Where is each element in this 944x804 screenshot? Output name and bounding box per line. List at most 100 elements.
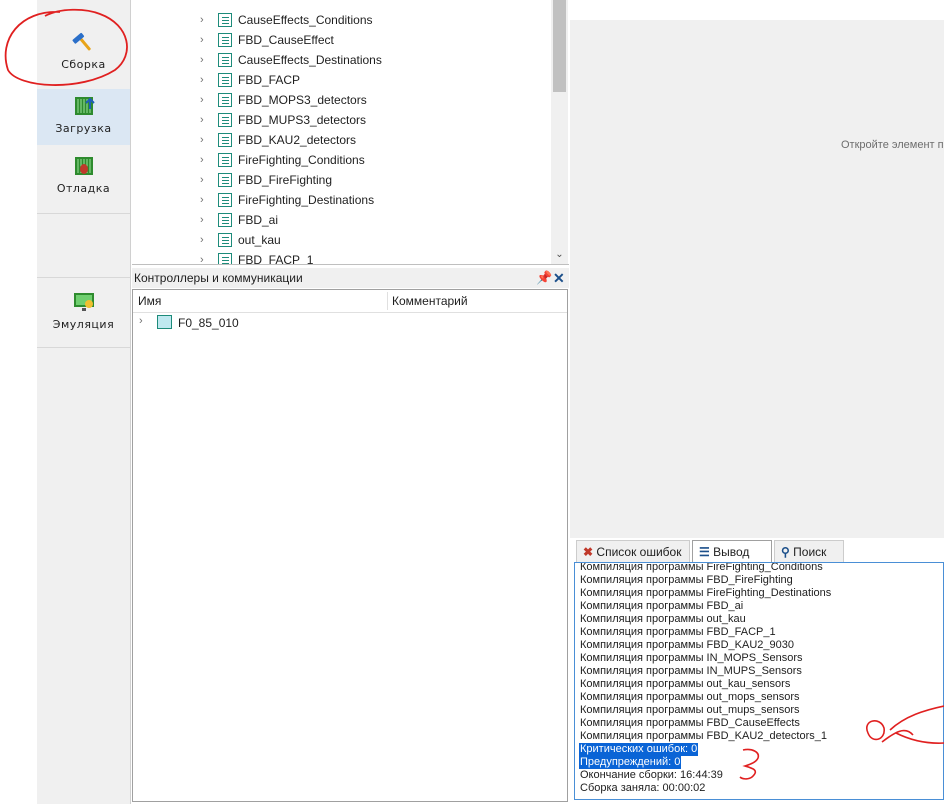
list-doc-icon: [218, 193, 232, 207]
chevron-right-icon[interactable]: ›: [200, 90, 204, 110]
upload-button[interactable]: Загрузка: [37, 94, 130, 144]
tree-item-label: FBD_MOPS3_detectors: [238, 93, 367, 107]
scroll-down-arrow-icon[interactable]: ⌄: [553, 248, 566, 262]
toolbar-divider: [37, 347, 130, 348]
tree-item-label: FireFighting_Destinations: [238, 193, 375, 207]
fbd-icon: [218, 133, 232, 147]
output-line[interactable]: Окончание сборки: 16:44:39: [580, 769, 723, 782]
controller-node-label: F0_85_010: [178, 316, 239, 330]
output-line[interactable]: Предупреждений: 0: [579, 756, 682, 769]
controllers-panel: [132, 289, 568, 802]
error-list-icon: ✖: [583, 545, 594, 559]
controller-node[interactable]: › F0_85_010: [133, 313, 567, 333]
controllers-panel-title: Контроллеры и коммуникации: [134, 271, 303, 285]
output-line[interactable]: Компиляция программы out_kau: [580, 613, 746, 626]
debug-button[interactable]: Отладка: [37, 154, 130, 204]
output-line[interactable]: Компиляция программы FBD_CauseEffects: [580, 717, 800, 730]
emulation-label: Эмуляция: [52, 318, 115, 331]
output-line[interactable]: Компиляция программы IN_MOPS_Sensors: [580, 652, 803, 665]
chevron-right-icon[interactable]: ›: [200, 250, 204, 264]
tab-error-list-label: Список ошибок: [596, 545, 682, 559]
chevron-right-icon[interactable]: ›: [200, 130, 204, 150]
output-list-icon: ☰: [699, 545, 710, 559]
monitor-emulation-icon: [73, 293, 94, 311]
pin-icon[interactable]: 📌: [536, 268, 552, 288]
list-doc-icon: [218, 13, 232, 27]
build-label: Сборка: [61, 58, 106, 71]
emulation-button[interactable]: Эмуляция: [37, 290, 130, 340]
fbd-icon: [218, 253, 232, 264]
chevron-right-icon[interactable]: ›: [200, 110, 204, 130]
column-name[interactable]: Имя: [138, 294, 161, 308]
list-doc-icon: [218, 233, 232, 247]
debug-label: Отладка: [56, 182, 111, 195]
output-line[interactable]: Компиляция программы FBD_ai: [580, 600, 743, 613]
output-log[interactable]: Компиляция программы FireFighting_Condit…: [574, 562, 944, 800]
tree-item-label: FireFighting_Conditions: [238, 153, 365, 167]
list-doc-icon: [218, 53, 232, 67]
output-line[interactable]: Компиляция программы out_kau_sensors: [580, 678, 790, 691]
tree-item-label: CauseEffects_Destinations: [238, 53, 382, 67]
output-line[interactable]: Компиляция программы FireFighting_Condit…: [580, 563, 823, 574]
chevron-right-icon[interactable]: ›: [200, 30, 204, 50]
output-line[interactable]: Компиляция программы IN_MUPS_Sensors: [580, 665, 802, 678]
chevron-right-icon[interactable]: ›: [200, 190, 204, 210]
tree-item-label: FBD_ai: [238, 213, 279, 227]
chevron-right-icon[interactable]: ›: [200, 70, 204, 90]
fbd-icon: [218, 113, 232, 127]
tree-item-label: FBD_FireFighting: [238, 173, 333, 187]
output-line[interactable]: Компиляция программы out_mops_sensors: [580, 691, 800, 704]
tree-item-label: FBD_KAU2_detectors: [238, 133, 357, 147]
fbd-icon: [218, 93, 232, 107]
fbd-icon: [218, 173, 232, 187]
output-line[interactable]: Компиляция программы FBD_FireFighting: [580, 574, 793, 587]
column-comment[interactable]: Комментарий: [392, 294, 468, 308]
fbd-icon: [218, 213, 232, 227]
chip-bug-icon: [74, 157, 93, 175]
search-icon: ⚲: [781, 545, 790, 559]
tree-item-label: FBD_FACP: [238, 73, 301, 87]
editor-area: Откройте элемент п: [570, 20, 944, 538]
output-line[interactable]: Компиляция программы out_mups_sensors: [580, 704, 800, 717]
output-line[interactable]: Критических ошибок: 0: [579, 743, 699, 756]
controllers-panel-header: Контроллеры и коммуникации 📌 ✕: [132, 268, 569, 288]
close-icon[interactable]: ✕: [553, 268, 565, 288]
output-line[interactable]: Компиляция программы FBD_KAU2_detectors_…: [580, 730, 827, 743]
chevron-right-icon[interactable]: ›: [200, 50, 204, 70]
tab-search-label: Поиск: [793, 545, 827, 559]
controller-icon: [157, 315, 172, 329]
tree-item-label: out_kau: [238, 233, 281, 247]
upload-label: Загрузка: [55, 122, 112, 135]
tab-error-list[interactable]: ✖ Список ошибок: [576, 540, 690, 562]
chevron-right-icon[interactable]: ›: [139, 315, 143, 327]
tree-item-label: FBD_FACP_1: [238, 253, 314, 265]
tab-output[interactable]: ☰ Вывод: [692, 540, 772, 562]
editor-placeholder: Откройте элемент п: [841, 139, 944, 151]
tab-search[interactable]: ⚲ Поиск: [774, 540, 844, 562]
tree-item-label: CauseEffects_Conditions: [238, 13, 373, 27]
column-divider[interactable]: [387, 292, 388, 310]
chevron-right-icon[interactable]: ›: [200, 10, 204, 30]
chevron-right-icon[interactable]: ›: [200, 230, 204, 250]
controllers-column-header: Имя Комментарий: [133, 290, 567, 313]
hammer-icon: [71, 32, 91, 51]
project-tree: › CauseEffects_Conditions › FBD_CauseEffect…: [132, 0, 569, 265]
toolbar-divider: [37, 277, 130, 278]
tab-output-label: Вывод: [713, 545, 750, 559]
fbd-icon: [218, 33, 232, 47]
output-line[interactable]: Компиляция программы FBD_FACP_1: [580, 626, 776, 639]
fbd-icon: [218, 73, 232, 87]
chevron-right-icon[interactable]: ›: [200, 210, 204, 230]
output-line[interactable]: Компиляция программы FBD_KAU2_9030: [580, 639, 794, 652]
output-line[interactable]: Компиляция программы FireFighting_Destin…: [580, 587, 831, 600]
output-line[interactable]: Сборка заняла: 00:00:02: [580, 782, 705, 795]
chevron-right-icon[interactable]: ›: [200, 170, 204, 190]
chevron-right-icon[interactable]: ›: [200, 150, 204, 170]
tree-item-label: FBD_MUPS3_detectors: [238, 113, 367, 127]
list-doc-icon: [218, 153, 232, 167]
tree-scrollbar-thumb[interactable]: [553, 0, 566, 92]
toolbar-divider: [37, 213, 130, 214]
tree-item-label: FBD_CauseEffect: [238, 33, 334, 47]
build-button[interactable]: Сборка: [37, 30, 130, 80]
chip-upload-icon: [74, 97, 95, 115]
